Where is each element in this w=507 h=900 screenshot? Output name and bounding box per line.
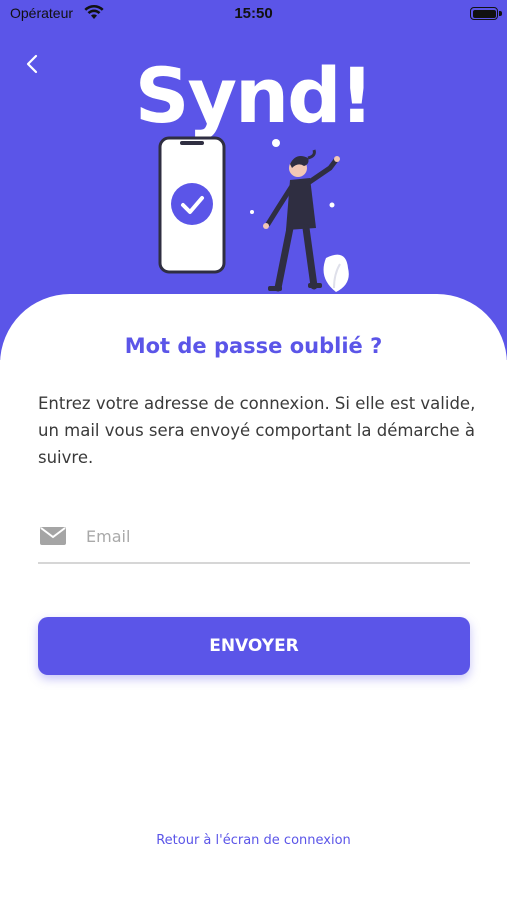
back-to-login-link[interactable]: Retour à l'écran de connexion [0, 833, 507, 848]
battery-icon [470, 7, 502, 20]
page-title: Mot de passe oublié ? [124, 334, 383, 358]
status-bar: Opérateur 15:50 [0, 0, 507, 28]
clock: 15:50 [234, 5, 273, 22]
send-button[interactable]: ENVOYER [38, 617, 470, 675]
email-field [38, 514, 470, 564]
mail-icon [40, 526, 66, 550]
success-illustration [150, 128, 370, 300]
email-input[interactable] [86, 522, 466, 550]
instructions-text: Entrez votre adresse de connexion. Si el… [38, 394, 476, 467]
content-card [0, 294, 507, 900]
